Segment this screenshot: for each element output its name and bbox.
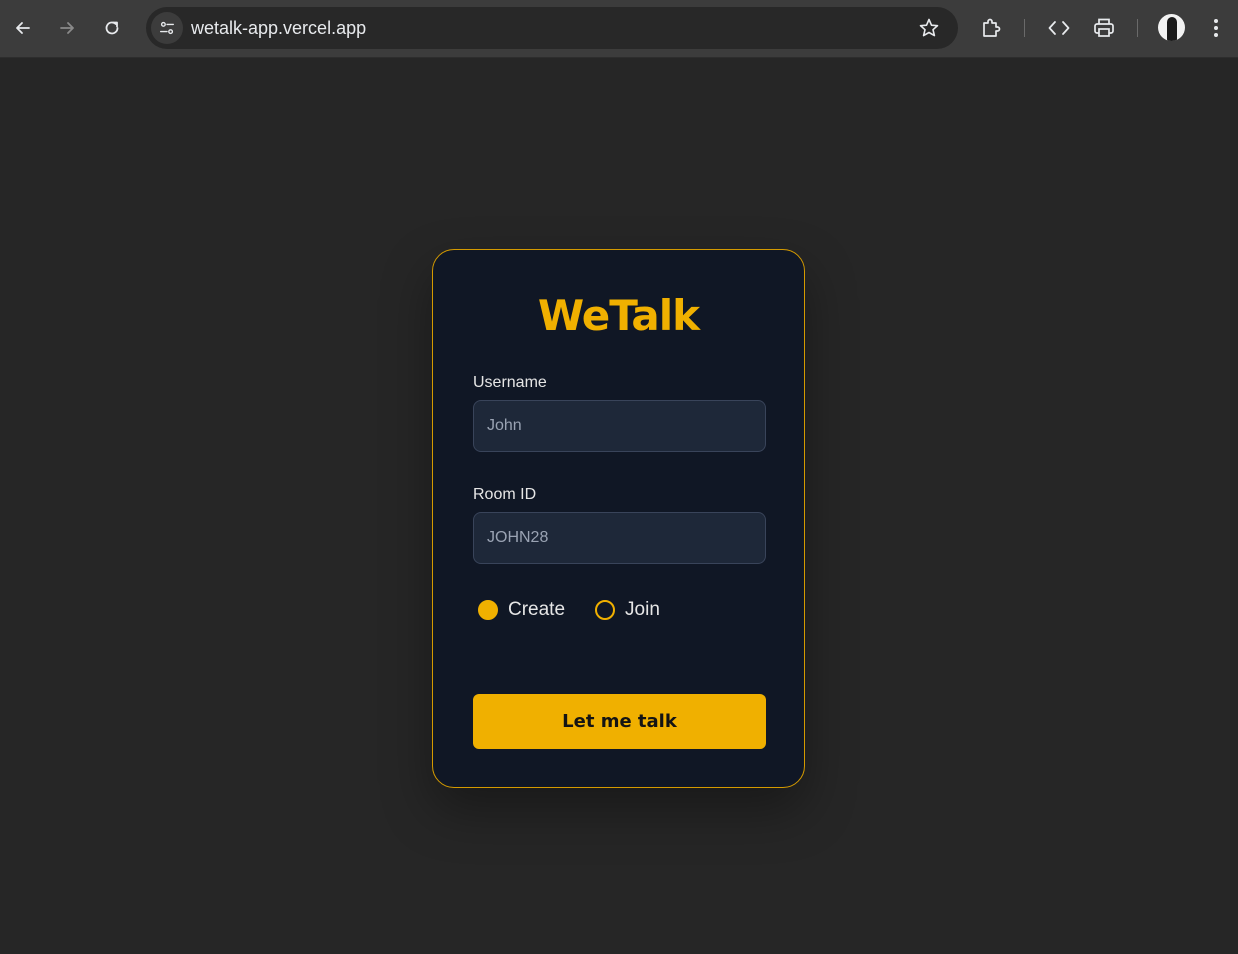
room-id-input[interactable] [473, 512, 766, 564]
menu-icon [1214, 19, 1218, 37]
radio-join-label[interactable]: Join [625, 598, 660, 622]
devtools-button[interactable] [1045, 14, 1073, 42]
radio-join[interactable]: Join [595, 598, 660, 622]
avatar[interactable] [1158, 14, 1185, 41]
avatar-figure [1167, 17, 1177, 41]
toolbar-divider [1137, 19, 1138, 37]
extensions-icon [983, 18, 1001, 37]
code-icon [1048, 21, 1070, 35]
username-label: Username [473, 374, 547, 391]
mode-radio-group: Create Join [478, 597, 690, 623]
forward-button[interactable] [52, 13, 82, 43]
username-input[interactable] [473, 400, 766, 452]
forward-icon [60, 22, 74, 34]
address-bar[interactable]: wetalk-app.vercel.app [146, 7, 958, 49]
radio-create[interactable]: Create [478, 598, 565, 622]
star-icon[interactable] [918, 17, 940, 39]
print-icon [1094, 18, 1114, 37]
back-icon [16, 22, 30, 34]
site-info-button[interactable] [151, 12, 183, 44]
login-card: WeTalk Username Room ID Create Join Let … [432, 249, 805, 788]
extensions-button[interactable] [978, 14, 1006, 42]
let-me-talk-button[interactable]: Let me talk [473, 694, 766, 749]
site-info-icon [160, 21, 174, 35]
radio-join-indicator[interactable] [595, 600, 616, 620]
url-text[interactable]: wetalk-app.vercel.app [191, 17, 366, 39]
toolbar-divider [1024, 19, 1025, 37]
room-id-label: Room ID [473, 486, 537, 503]
browser-menu-button[interactable] [1204, 14, 1228, 42]
radio-create-label[interactable]: Create [508, 598, 565, 622]
back-button[interactable] [8, 13, 38, 43]
browser-toolbar: wetalk-app.vercel.app [0, 0, 1238, 58]
radio-create-indicator[interactable] [478, 600, 498, 620]
reload-button[interactable] [97, 13, 127, 43]
app-title: WeTalk [537, 291, 700, 340]
print-button[interactable] [1090, 14, 1118, 42]
reload-icon [105, 21, 119, 35]
